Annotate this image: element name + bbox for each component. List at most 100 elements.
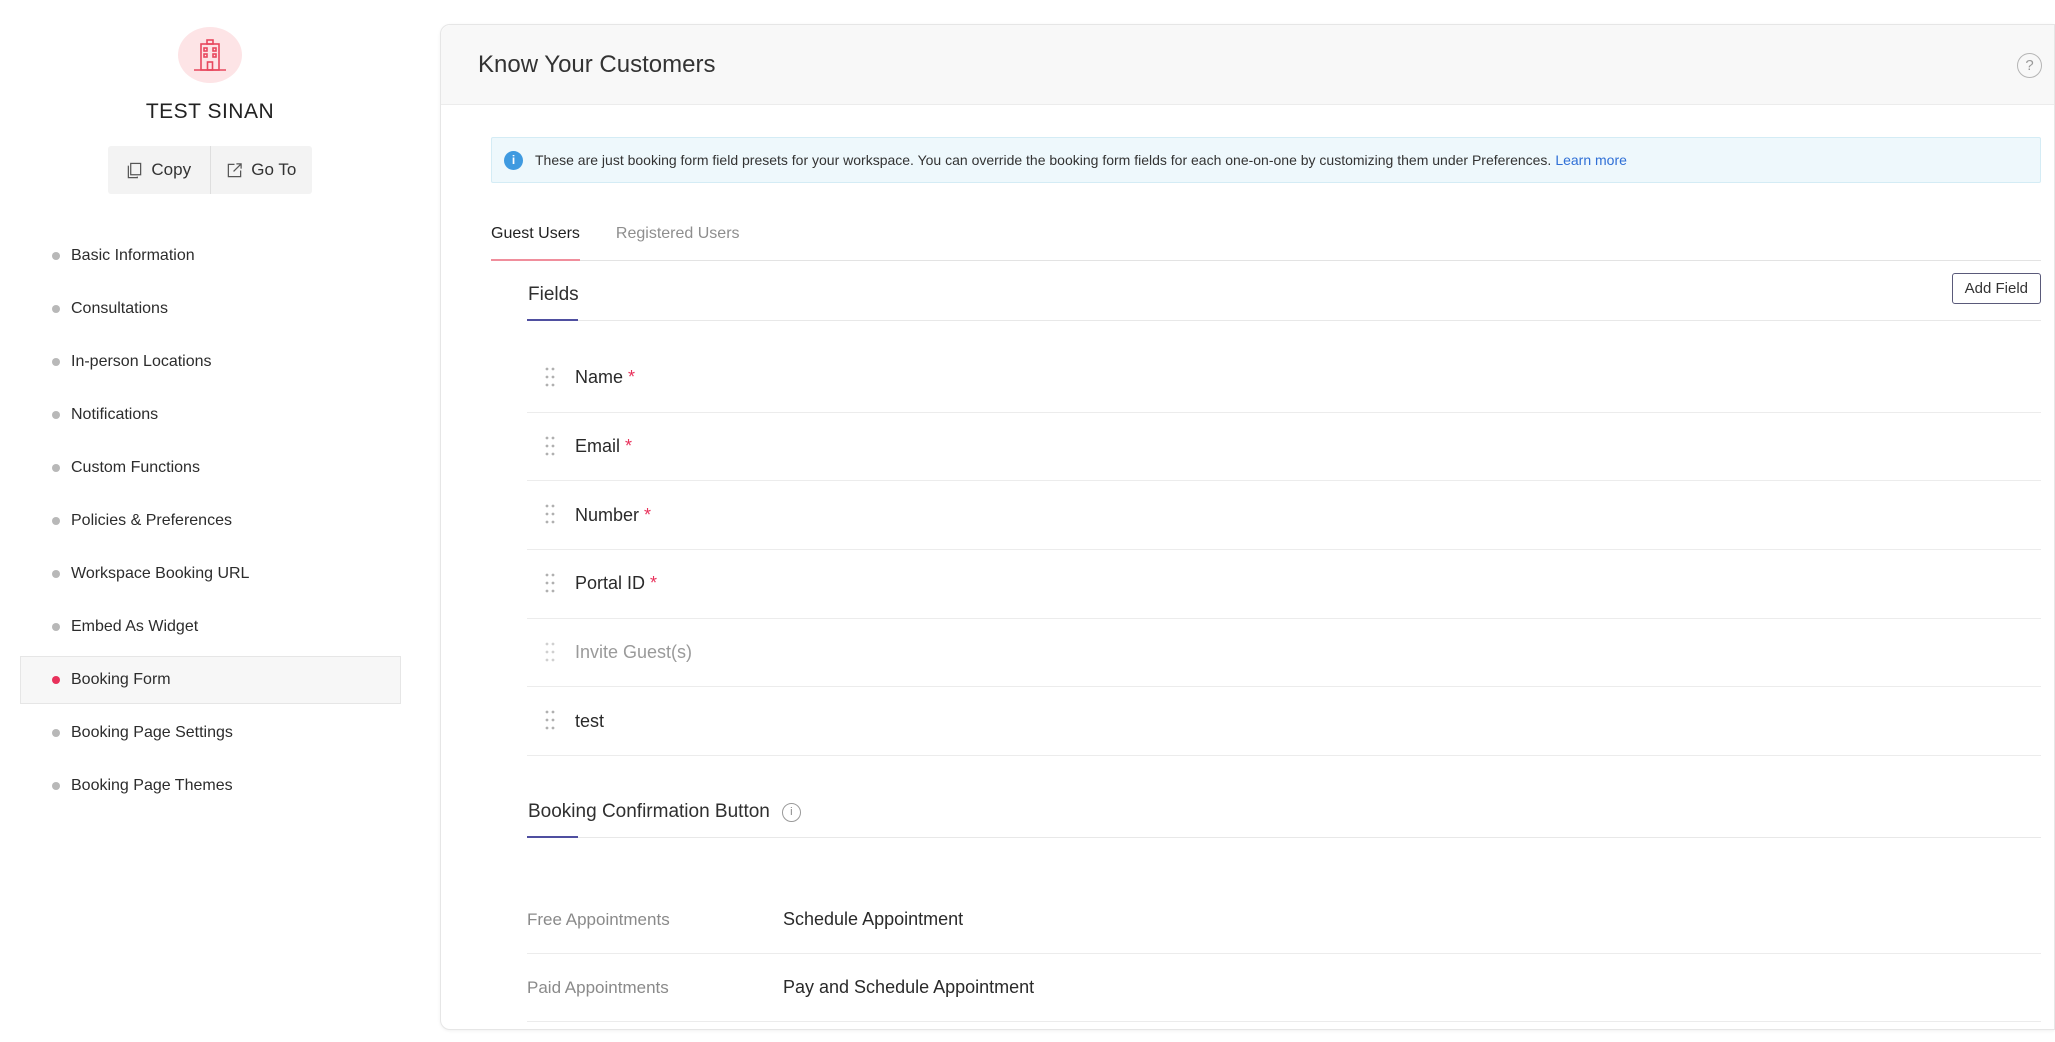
- field-row-name[interactable]: Name *: [527, 344, 2041, 413]
- nav-item-label: Workspace Booking URL: [71, 565, 250, 582]
- bullet-icon: [52, 252, 60, 260]
- confirmation-title: Booking Confirmation Button i: [528, 801, 801, 823]
- go-to-label: Go To: [251, 160, 297, 179]
- tab-registered-users[interactable]: Registered Users: [616, 203, 740, 260]
- nav-item-in-person-locations[interactable]: In-person Locations: [20, 338, 401, 386]
- drag-handle-icon[interactable]: [544, 366, 556, 388]
- nav-item-embed-as-widget[interactable]: Embed As Widget: [20, 603, 401, 651]
- info-icon[interactable]: i: [781, 802, 801, 822]
- confirmation-button-list: Free Appointments Schedule Appointment P…: [527, 886, 2041, 1022]
- bullet-icon: [52, 464, 60, 472]
- external-link-icon: [227, 162, 242, 177]
- bullet-icon: [52, 623, 60, 631]
- add-field-button[interactable]: Add Field: [1951, 273, 2041, 304]
- bullet-icon: [52, 782, 60, 790]
- copy-label: Copy: [151, 160, 192, 179]
- field-row-email[interactable]: Email *: [527, 413, 2041, 482]
- field-label: Email *: [575, 436, 632, 457]
- field-label: Number *: [575, 505, 651, 526]
- go-to-button[interactable]: Go To: [209, 146, 313, 194]
- field-label: test: [575, 711, 604, 732]
- copy-button[interactable]: Copy: [108, 146, 210, 194]
- workspace-name: TEST SINAN: [145, 100, 275, 123]
- field-name: test: [575, 710, 605, 731]
- nav-item-policies-preferences[interactable]: Policies & Preferences: [20, 497, 401, 545]
- fields-title: Fields: [528, 284, 579, 305]
- nav-item-label: Basic Information: [71, 247, 195, 264]
- nav-item-label: Booking Page Themes: [71, 777, 233, 794]
- field-list: Name * Email * Number * Portal ID * Invite G…: [527, 344, 2041, 757]
- confirmation-row-free: Free Appointments Schedule Appointment: [527, 886, 2041, 954]
- drag-handle-icon[interactable]: [544, 641, 556, 663]
- nav-item-label: Custom Functions: [71, 459, 200, 476]
- section-underline: [527, 836, 578, 838]
- field-name: Email: [575, 436, 621, 457]
- field-row-test[interactable]: test: [527, 687, 2041, 757]
- required-marker: *: [625, 436, 633, 457]
- bullet-icon: [52, 729, 60, 737]
- nav-item-label: Notifications: [71, 406, 159, 423]
- bullet-icon: [52, 517, 60, 525]
- nav-item-label: Policies & Preferences: [71, 512, 232, 529]
- confirmation-row-paid: Paid Appointments Pay and Schedule Appoi…: [527, 954, 2041, 1022]
- section-underline: [527, 319, 578, 321]
- field-name: Number: [575, 504, 640, 525]
- appointment-type: Free Appointments: [527, 909, 670, 929]
- field-row-number[interactable]: Number *: [527, 481, 2041, 551]
- bullet-icon: [52, 570, 60, 578]
- building-icon: [178, 27, 242, 83]
- tab-guest-users[interactable]: Guest Users: [491, 203, 580, 261]
- drag-handle-icon[interactable]: [544, 572, 556, 594]
- bullet-icon: [52, 358, 60, 366]
- confirmation-title-text: Booking Confirmation Button: [528, 801, 770, 822]
- nav-item-basic-information[interactable]: Basic Information: [20, 232, 401, 280]
- nav-item-label: In-person Locations: [71, 353, 212, 370]
- button-text[interactable]: Schedule Appointment: [783, 909, 963, 930]
- bullet-icon: [52, 411, 60, 419]
- nav-item-booking-form[interactable]: Booking Form: [20, 656, 401, 704]
- settings-nav: Basic Information Consultations In-perso…: [20, 232, 401, 815]
- bullet-icon: [52, 305, 60, 313]
- nav-item-label: Consultations: [71, 300, 168, 317]
- button-text[interactable]: Pay and Schedule Appointment: [783, 977, 1034, 998]
- field-label: Portal ID *: [575, 573, 657, 594]
- help-icon[interactable]: ?: [2017, 53, 2042, 78]
- bullet-icon: [52, 676, 60, 684]
- fields-section-header: Fields Add Field: [527, 273, 2041, 321]
- app: TEST SINAN Copy Go To Basic Information: [0, 0, 2055, 1042]
- required-marker: *: [628, 367, 636, 388]
- sidebar: TEST SINAN Copy Go To Basic Information: [0, 0, 420, 1042]
- copy-icon: [128, 162, 142, 178]
- drag-handle-icon[interactable]: [544, 709, 556, 731]
- booking-form-panel: Know Your Customers ? i These are just b…: [440, 24, 2055, 1030]
- field-name: Name: [575, 367, 624, 388]
- user-type-tabs: Guest Users Registered Users: [491, 203, 2041, 261]
- banner-text: These are just booking form field preset…: [535, 152, 1552, 168]
- workspace-actions: Copy Go To: [108, 146, 312, 194]
- appointment-type: Paid Appointments: [527, 977, 669, 997]
- required-marker: *: [644, 504, 652, 525]
- nav-item-notifications[interactable]: Notifications: [20, 391, 401, 439]
- required-marker: *: [650, 573, 658, 594]
- field-label: Name *: [575, 367, 635, 388]
- nav-item-consultations[interactable]: Consultations: [20, 285, 401, 333]
- drag-handle-icon[interactable]: [544, 435, 556, 457]
- field-name: Invite Guest(s): [575, 642, 693, 663]
- confirmation-section-header: Booking Confirmation Button i: [527, 790, 2041, 838]
- page-title: Know Your Customers: [478, 51, 716, 78]
- nav-item-label: Booking Page Settings: [71, 724, 233, 741]
- nav-item-label: Booking Form: [71, 671, 171, 688]
- field-row-portal-id[interactable]: Portal ID *: [527, 550, 2041, 619]
- nav-item-booking-page-settings[interactable]: Booking Page Settings: [20, 709, 401, 757]
- drag-handle-icon[interactable]: [544, 503, 556, 525]
- nav-item-booking-page-themes[interactable]: Booking Page Themes: [20, 762, 401, 810]
- nav-item-custom-functions[interactable]: Custom Functions: [20, 444, 401, 492]
- panel-header: Know Your Customers ?: [441, 25, 2054, 105]
- nav-item-workspace-booking-url[interactable]: Workspace Booking URL: [20, 550, 401, 598]
- nav-item-label: Embed As Widget: [71, 618, 199, 635]
- learn-more-link[interactable]: Learn more: [1555, 152, 1627, 168]
- field-row-invite-guests[interactable]: Invite Guest(s): [527, 619, 2041, 688]
- field-name: Portal ID: [575, 573, 646, 594]
- info-icon: i: [504, 150, 523, 170]
- info-banner: i These are just booking form field pres…: [491, 137, 2041, 183]
